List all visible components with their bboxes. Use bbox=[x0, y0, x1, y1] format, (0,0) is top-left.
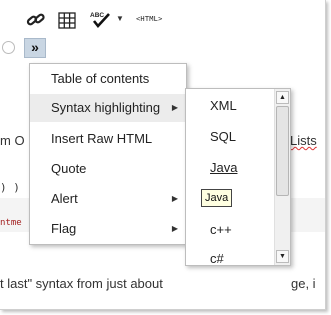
editor-text-line: t last" syntax from just about bbox=[0, 276, 163, 291]
language-item-sql[interactable]: SQL bbox=[186, 122, 272, 152]
submenu-arrow-icon: ▶ bbox=[171, 103, 178, 112]
editor-code-line: ) ) bbox=[0, 181, 20, 194]
language-item-xml[interactable]: XML bbox=[186, 91, 272, 121]
insert-html-button[interactable]: <HTML> bbox=[136, 15, 163, 27]
language-item-csharp[interactable]: c# bbox=[186, 244, 272, 265]
scrollbar-thumb[interactable] bbox=[276, 106, 289, 196]
editor-window: ABC ▼ <HTML> » m O Lists ) ) ntme t last… bbox=[0, 0, 326, 310]
menu-item-table-of-contents[interactable]: Table of contents bbox=[30, 65, 186, 93]
menu-item-label: Quote bbox=[51, 161, 87, 176]
language-item-cpp[interactable]: c++ bbox=[186, 215, 272, 245]
menu-item-label: Insert Raw HTML bbox=[51, 131, 153, 146]
scroll-down-icon[interactable]: ▼ bbox=[276, 250, 289, 263]
menu-item-label: Syntax highlighting bbox=[51, 100, 161, 115]
editor-text-line: m O bbox=[0, 133, 25, 148]
submenu-arrow-icon: ▶ bbox=[171, 194, 178, 203]
submenu-arrow-icon: ▶ bbox=[171, 224, 178, 233]
insert-menu: Table of contents Syntax highlighting ▶ … bbox=[29, 63, 187, 245]
submenu-scrollbar[interactable]: ▲ ▼ bbox=[274, 89, 290, 265]
menu-item-label: Table of contents bbox=[51, 71, 150, 86]
scroll-up-icon[interactable]: ▲ bbox=[276, 91, 289, 104]
menu-item-label: Alert bbox=[51, 191, 78, 206]
spellcheck-icon[interactable]: ABC bbox=[88, 10, 114, 30]
menu-item-label: Flag bbox=[51, 221, 77, 236]
more-button[interactable]: » bbox=[24, 38, 46, 58]
chevron-down-icon[interactable]: ▼ bbox=[116, 14, 126, 24]
menu-item-insert-raw-html[interactable]: Insert Raw HTML bbox=[30, 125, 186, 153]
menu-item-syntax-highlighting[interactable]: Syntax highlighting ▶ bbox=[30, 94, 186, 122]
smiley-icon[interactable] bbox=[2, 41, 15, 54]
menu-item-flag[interactable]: Flag ▶ bbox=[30, 215, 186, 243]
menu-item-quote[interactable]: Quote bbox=[30, 155, 186, 183]
table-icon[interactable] bbox=[58, 12, 76, 29]
editor-code-comment: ntme bbox=[0, 218, 22, 228]
link-icon[interactable] bbox=[26, 12, 46, 28]
editor-text-misspelled: Lists bbox=[290, 133, 317, 148]
editor-text-line: ge, i bbox=[291, 276, 316, 291]
syntax-language-submenu: XML SQL Java c++ c# css ▲ ▼ bbox=[185, 88, 291, 266]
menu-item-alert[interactable]: Alert ▶ bbox=[30, 185, 186, 213]
tooltip: Java bbox=[201, 189, 233, 207]
svg-text:ABC: ABC bbox=[90, 12, 104, 19]
language-item-java[interactable]: Java bbox=[186, 153, 272, 183]
